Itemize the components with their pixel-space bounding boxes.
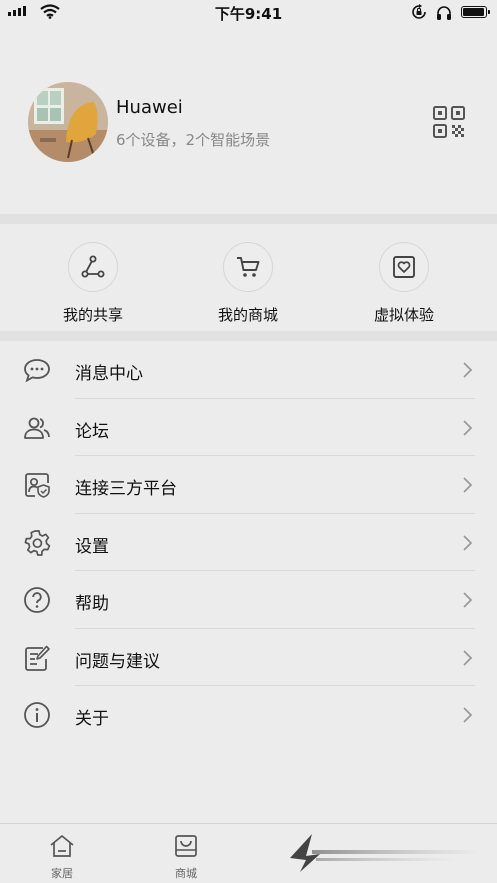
menu-item-feedback[interactable]: 问题与建议 bbox=[0, 629, 497, 686]
rotation-lock-icon bbox=[412, 4, 426, 19]
quick-action-label: 我的共享 bbox=[62, 306, 123, 324]
help-icon bbox=[22, 586, 52, 614]
menu-item-label: 论坛 bbox=[75, 421, 109, 442]
chevron-right-icon bbox=[463, 419, 473, 436]
section-divider bbox=[0, 214, 497, 224]
chevron-right-icon bbox=[463, 362, 473, 378]
cart-icon bbox=[223, 242, 273, 292]
profile-summary: 6个设备，2个智能场景 bbox=[116, 131, 271, 149]
avatar[interactable] bbox=[28, 82, 108, 162]
chevron-right-icon bbox=[463, 649, 473, 666]
chevron-right-icon bbox=[463, 592, 473, 608]
quick-action-my-share[interactable]: 我的共享 bbox=[38, 242, 148, 327]
virtual-experience-icon bbox=[379, 242, 429, 292]
menu-item-label: 连接三方平台 bbox=[75, 479, 177, 499]
menu-item-message-center[interactable]: 消息中心 bbox=[0, 341, 497, 399]
watermark-logo bbox=[290, 834, 482, 872]
menu-item-label: 关于 bbox=[75, 709, 109, 729]
third-party-platform-icon bbox=[22, 471, 52, 499]
chevron-right-icon bbox=[463, 534, 473, 551]
gear-icon bbox=[22, 529, 52, 557]
forum-users-icon bbox=[22, 414, 52, 442]
tab-label: 家居 bbox=[51, 867, 73, 880]
store-bag-icon bbox=[175, 835, 197, 857]
profile-header[interactable]: Huawei 6个设备，2个智能场景 bbox=[0, 26, 497, 214]
quick-action-virtual-experience[interactable]: 虚拟体验 bbox=[349, 242, 459, 327]
qr-code-icon[interactable] bbox=[431, 104, 467, 140]
menu-item-third-party-platform[interactable]: 连接三方平台 bbox=[0, 456, 497, 514]
chevron-right-icon bbox=[463, 707, 473, 723]
menu-item-settings[interactable]: 设置 bbox=[0, 514, 497, 571]
share-icon bbox=[68, 242, 118, 292]
quick-action-my-store[interactable]: 我的商城 bbox=[193, 242, 303, 327]
menu-item-label: 帮助 bbox=[75, 594, 109, 614]
tab-home[interactable]: 家居 bbox=[22, 834, 102, 882]
menu-item-label: 问题与建议 bbox=[75, 651, 160, 672]
feedback-icon bbox=[22, 644, 52, 672]
headphones-icon bbox=[437, 5, 451, 20]
profile-name: Huawei bbox=[116, 97, 183, 118]
battery-level bbox=[463, 8, 484, 16]
status-bar: 下午9:41 bbox=[0, 0, 497, 26]
tab-store[interactable]: 商城 bbox=[146, 834, 226, 882]
chevron-right-icon bbox=[463, 477, 473, 493]
settings-menu: 消息中心 论坛 连接三方平台 设置 帮助 问题与建议 关于 bbox=[0, 341, 497, 744]
quick-action-label: 虚拟体验 bbox=[373, 306, 434, 324]
home-icon bbox=[50, 835, 74, 857]
menu-item-label: 设置 bbox=[75, 536, 109, 557]
info-icon bbox=[22, 701, 52, 729]
menu-item-forum[interactable]: 论坛 bbox=[0, 399, 497, 456]
message-icon bbox=[22, 356, 52, 384]
battery-icon bbox=[461, 6, 490, 18]
menu-item-help[interactable]: 帮助 bbox=[0, 571, 497, 629]
menu-item-about[interactable]: 关于 bbox=[0, 686, 497, 744]
section-divider bbox=[0, 331, 497, 341]
menu-item-label: 消息中心 bbox=[75, 364, 143, 384]
quick-actions: 我的共享 我的商城 虚拟体验 bbox=[0, 224, 497, 331]
tab-label: 商城 bbox=[175, 867, 197, 880]
quick-action-label: 我的商城 bbox=[217, 306, 278, 324]
